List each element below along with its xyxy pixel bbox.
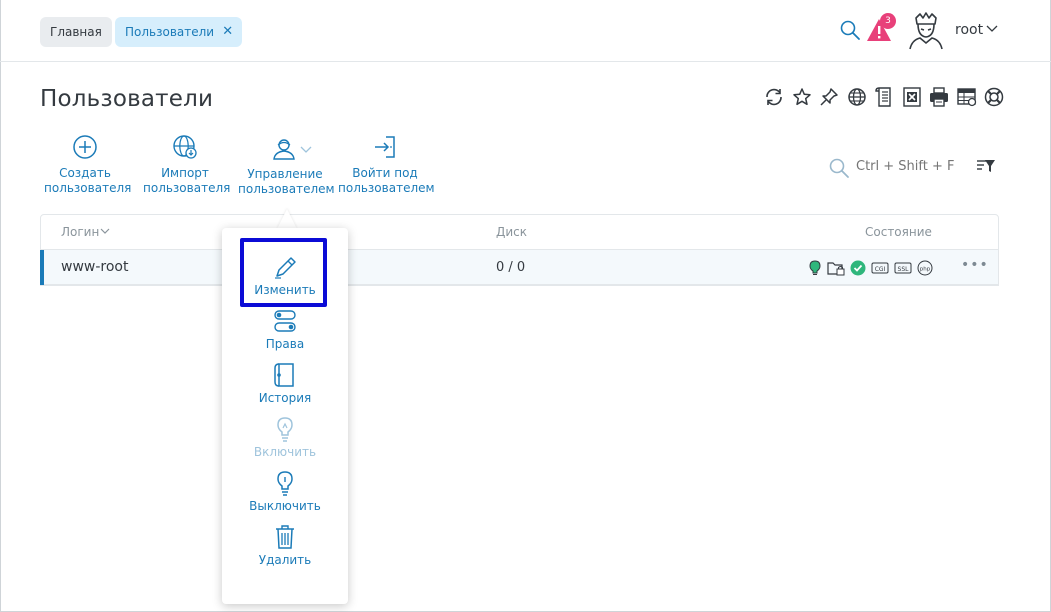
svg-text:CGI: CGI (875, 266, 886, 273)
filter-settings-icon[interactable] (976, 158, 996, 174)
breadcrumb-users-label: Пользователи (125, 25, 215, 39)
bulb-icon (809, 260, 821, 275)
close-icon[interactable]: ✕ (222, 17, 233, 47)
menu-item-history-label: История (258, 391, 312, 405)
breadcrumb-users[interactable]: Пользователи ✕ (115, 17, 243, 47)
cell-login: www-root (61, 259, 129, 275)
page-title: Пользователи (40, 86, 214, 112)
trash-icon (276, 525, 294, 549)
search-icon[interactable] (838, 18, 862, 42)
bulb-on-icon (277, 417, 293, 442)
sort-chevron-icon[interactable] (100, 228, 110, 236)
menu-item-delete[interactable]: Удалить (222, 524, 348, 567)
rights-toggle-icon (274, 310, 296, 332)
column-header-state[interactable]: Состояние (865, 225, 932, 239)
user-avatar-icon[interactable] (906, 10, 946, 50)
refresh-icon[interactable] (763, 86, 785, 108)
menu-item-edit-label: Изменить (254, 283, 316, 297)
user-manage-icon (273, 139, 295, 160)
top-bar: Главная Пользователи ✕ 3 root (0, 0, 1051, 62)
users-table: Логин Диск Состояние www-root 0 / 0 CGI … (40, 214, 999, 286)
menu-item-enable-label: Включить (253, 445, 317, 459)
login-door-icon (375, 136, 395, 158)
bulb-off-icon (277, 471, 293, 496)
login-as-user-label-2: пользователем (338, 181, 435, 195)
menu-item-enable: Включить (222, 416, 348, 459)
login-as-user-label-1: Войти под (352, 166, 418, 180)
import-user-label-1: Импорт (161, 166, 209, 180)
create-user-button[interactable]: Создать пользователя (44, 134, 132, 196)
manage-user-button[interactable]: Управление пользователем (238, 137, 335, 197)
menu-arrow (277, 209, 297, 229)
plus-circle-icon (73, 135, 97, 159)
php-icon: php (917, 260, 933, 276)
alert-count-badge: 3 (880, 13, 896, 29)
check-icon (850, 260, 866, 276)
filter-input[interactable] (856, 159, 966, 174)
chevron-down-icon[interactable] (300, 146, 312, 154)
star-icon[interactable] (791, 86, 813, 108)
menu-item-rights-label: Права (265, 337, 305, 351)
create-user-label-1: Создать (59, 166, 111, 180)
status-icons: CGI SSL php (808, 260, 938, 276)
row-selection-marker (40, 250, 44, 285)
import-user-button[interactable]: Импорт пользователя (143, 134, 231, 196)
search-icon[interactable] (828, 157, 850, 179)
column-header-login[interactable]: Логин (61, 225, 99, 239)
menu-item-disable-label: Выключить (249, 499, 321, 513)
manage-user-label-1: Управление (247, 167, 323, 181)
history-scroll-icon (274, 363, 294, 387)
breadcrumb-home[interactable]: Главная (40, 17, 112, 47)
excel-icon[interactable] (901, 86, 923, 108)
print-icon[interactable] (928, 86, 950, 108)
column-header-disk[interactable]: Диск (496, 225, 527, 239)
more-options-icon[interactable]: ••• (961, 258, 988, 276)
menu-item-rights[interactable]: Права (222, 308, 348, 351)
user-name[interactable]: root (955, 22, 983, 38)
document-icon[interactable] (873, 86, 895, 108)
globe-icon[interactable] (846, 86, 868, 108)
login-as-user-button[interactable]: Войти под пользователем (338, 134, 435, 196)
help-lifebuoy-icon[interactable] (983, 86, 1005, 108)
import-user-label-2: пользователя (143, 181, 231, 195)
cell-disk: 0 / 0 (496, 260, 526, 275)
toolbar-icons (763, 86, 1011, 108)
pencil-icon (275, 257, 296, 279)
menu-item-edit[interactable]: Изменить (222, 254, 348, 297)
create-user-label-2: пользователя (44, 181, 132, 195)
folder-lock-icon (827, 262, 845, 276)
pin-icon[interactable] (818, 86, 840, 108)
menu-item-delete-label: Удалить (258, 553, 312, 567)
chevron-down-icon[interactable] (986, 24, 998, 34)
breadcrumb-home-label: Главная (50, 25, 102, 39)
manage-user-label-2: пользователем (238, 182, 335, 196)
menu-item-disable[interactable]: Выключить (222, 470, 348, 513)
table-row[interactable]: www-root 0 / 0 CGI SSL php ••• (40, 250, 998, 285)
table-header: Логин Диск Состояние (41, 215, 998, 250)
svg-text:SSL: SSL (898, 266, 910, 273)
menu-item-history[interactable]: История (222, 362, 348, 405)
ssl-icon: SSL (894, 262, 912, 274)
globe-import-icon (173, 135, 197, 159)
manage-user-menu: Изменить Права История Включить Выключит… (222, 228, 348, 604)
table-settings-icon[interactable] (956, 86, 978, 108)
svg-text:php: php (920, 267, 931, 273)
cgi-icon: CGI (871, 262, 889, 274)
